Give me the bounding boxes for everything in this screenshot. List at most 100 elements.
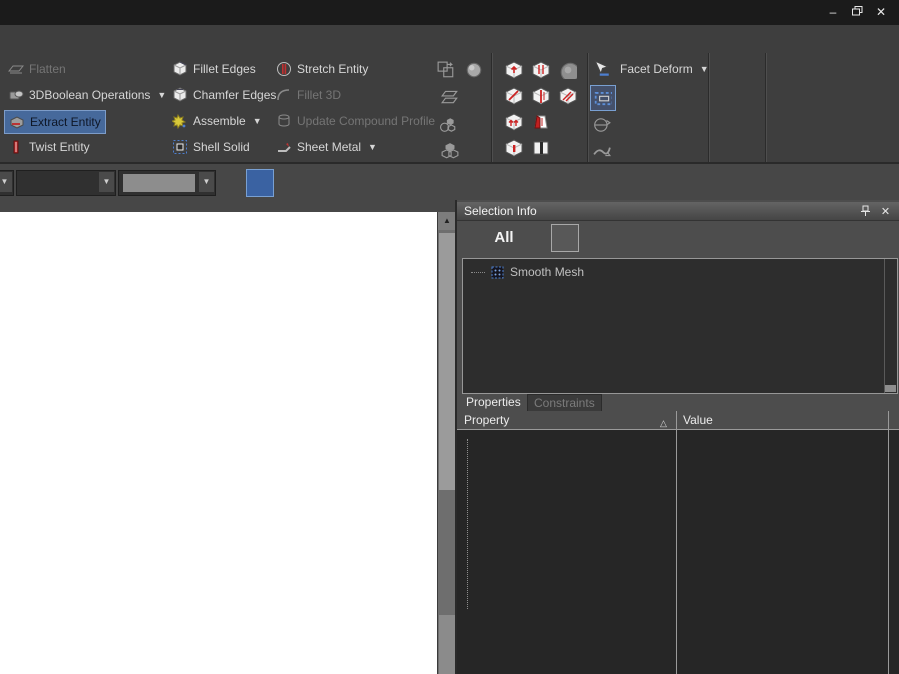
ribbon-item-label: Stretch Entity — [297, 62, 368, 76]
pin-button[interactable] — [858, 205, 873, 219]
color-combo[interactable]: ▼ — [118, 170, 216, 196]
sort-ascending-icon: △ — [660, 414, 667, 432]
ribbon-item-label: Flatten — [29, 62, 66, 76]
properties-form-button[interactable] — [463, 224, 489, 250]
partial-combo[interactable]: ▼ — [0, 170, 14, 196]
smooth-sphere-icon — [559, 61, 577, 79]
surface-mesh-cube-diagonal-button[interactable] — [502, 84, 526, 108]
grid-column-divider[interactable] — [676, 411, 677, 674]
grid-header[interactable]: Property △ Value — [457, 411, 899, 430]
surface-mesh-cube-arrow-up-button[interactable] — [502, 58, 526, 82]
surface-mesh-cube-arrows-up-button[interactable] — [502, 110, 526, 134]
facet-facet-marquee-button[interactable] — [590, 85, 616, 111]
extract-entity-icon — [9, 114, 25, 130]
facet-facet-surface-button[interactable] — [590, 139, 614, 163]
grid-scroll-gutter — [888, 411, 889, 674]
secondary-toolbar: ▼ ▼ ▼ — [0, 162, 899, 202]
facet-sphere-icon — [593, 116, 611, 134]
fillet-3d-button: Fillet 3D — [272, 84, 345, 106]
restore-button[interactable] — [847, 4, 867, 20]
close-button[interactable]: ✕ — [871, 4, 891, 20]
surface-mesh-cube-mark-button[interactable] — [502, 136, 526, 160]
scrollbar-segment[interactable] — [439, 615, 455, 674]
application-window: – ✕ 3D Modifications Surface Mesh Facet … — [0, 0, 899, 674]
chevron-down-icon: ▼ — [700, 64, 709, 74]
layer-combo[interactable]: ▼ — [16, 170, 116, 196]
tree-item-smooth-mesh[interactable]: Smooth Mesh — [471, 264, 584, 280]
sphere-shade-icon — [465, 61, 483, 79]
assemble-icon — [172, 113, 188, 129]
render-scene-button[interactable] — [246, 169, 274, 197]
filter-button[interactable] — [521, 224, 547, 250]
grid-tree-line — [467, 439, 469, 609]
sheet-metal-button[interactable]: Sheet Metal▼ — [272, 136, 381, 158]
facet-deform-button[interactable]: Facet Deform ▼ — [616, 58, 713, 80]
viewport-canvas[interactable] — [0, 212, 437, 674]
surface-mesh-box-split-button[interactable] — [529, 136, 553, 160]
cube-mark-icon — [504, 139, 524, 157]
tree-scrollbar[interactable] — [884, 259, 885, 393]
cube-diagonals-icon — [558, 87, 578, 105]
facet-facet-select-button[interactable] — [590, 57, 614, 81]
shell-solid-button[interactable]: Shell Solid — [168, 136, 254, 158]
chamfer-edges-button[interactable]: Chamfer Edges — [168, 84, 280, 106]
tree-item-label: Smooth Mesh — [510, 265, 584, 279]
tree-branch-line — [471, 272, 485, 273]
tool-cubes-stack-button[interactable] — [438, 139, 462, 163]
tool-copy-faces-button[interactable] — [434, 58, 458, 82]
title-bar: – ✕ — [0, 0, 899, 25]
scroll-up-button[interactable]: ▲ — [438, 212, 456, 230]
drawing-viewport[interactable] — [0, 212, 437, 674]
update-compound-profile-button: Update Compound Profile — [272, 110, 439, 132]
chevron-down-icon: ▼ — [368, 142, 377, 152]
surface-mesh-cube-vertical-edges2-button[interactable] — [529, 84, 553, 108]
stretch-entity-button[interactable]: Stretch Entity — [272, 58, 372, 80]
ribbon-item-label: 3DBoolean Operations — [29, 88, 150, 102]
selection-tree: Smooth Mesh — [462, 258, 898, 394]
ribbon-item-label: Assemble — [193, 114, 246, 128]
scrollbar-thumb[interactable] — [439, 233, 455, 490]
tree-scroll-corner — [885, 385, 896, 392]
surface-mesh-cube-vertical-edges-button[interactable] — [529, 58, 553, 82]
facet-marquee-icon — [594, 89, 612, 107]
sheet-metal-icon — [276, 139, 292, 155]
selection-info-panel: Selection Info ✕ All — [457, 200, 899, 674]
restore-icon — [852, 6, 863, 16]
highlight-toggle-button[interactable] — [551, 224, 579, 252]
tab-properties[interactable]: Properties — [466, 394, 521, 411]
ribbon-item-label: Chamfer Edges — [193, 88, 276, 102]
tool-sphere-shade-button[interactable] — [462, 58, 486, 82]
chevron-down-icon: ▼ — [99, 172, 114, 192]
box-split-icon — [531, 139, 551, 157]
grid-header-value: Value — [683, 411, 713, 429]
stretch-entity-icon — [276, 61, 292, 77]
cube-diagonal-icon — [504, 87, 524, 105]
surface-mesh-open-box-red-button[interactable] — [529, 110, 553, 134]
select-all-button[interactable]: All — [491, 224, 517, 250]
mesh-node-icon — [491, 266, 504, 279]
facet-facet-sphere-button[interactable] — [590, 113, 614, 137]
facet-deform-label: Facet Deform — [620, 62, 693, 76]
3dboolean-operations-button[interactable]: 3DBoolean Operations▼ — [4, 84, 170, 106]
panel-header: Selection Info ✕ — [457, 202, 899, 221]
ribbon-item-label: Twist Entity — [29, 140, 90, 154]
surface-mesh-cube-diagonals-button[interactable] — [556, 84, 580, 108]
tool-cubes-gear-button[interactable] — [436, 113, 460, 137]
panel-close-button[interactable]: ✕ — [878, 205, 893, 219]
viewport-vertical-scrollbar[interactable]: ▲ — [437, 212, 456, 674]
minimize-button[interactable]: – — [823, 4, 843, 20]
ribbon-item-label: Fillet 3D — [297, 88, 341, 102]
flatten-button: Flatten — [4, 58, 70, 80]
zoom-selection-button[interactable] — [583, 224, 609, 250]
facet-select-icon — [593, 60, 611, 78]
fillet-edges-button[interactable]: Fillet Edges — [168, 58, 260, 80]
assemble-button[interactable]: Assemble ▼ — [168, 110, 266, 132]
tool-skew-stack-button[interactable] — [438, 85, 462, 109]
surface-mesh-smooth-sphere-button[interactable] — [556, 58, 580, 82]
pencil-tool-button[interactable] — [218, 169, 244, 195]
chevron-down-icon: ▼ — [253, 116, 262, 126]
update-compound-icon — [276, 113, 292, 129]
extract-entity-button[interactable]: Extract Entity — [4, 110, 106, 134]
chevron-down-icon: ▼ — [199, 172, 214, 192]
twist-entity-button[interactable]: Twist Entity — [4, 136, 94, 158]
